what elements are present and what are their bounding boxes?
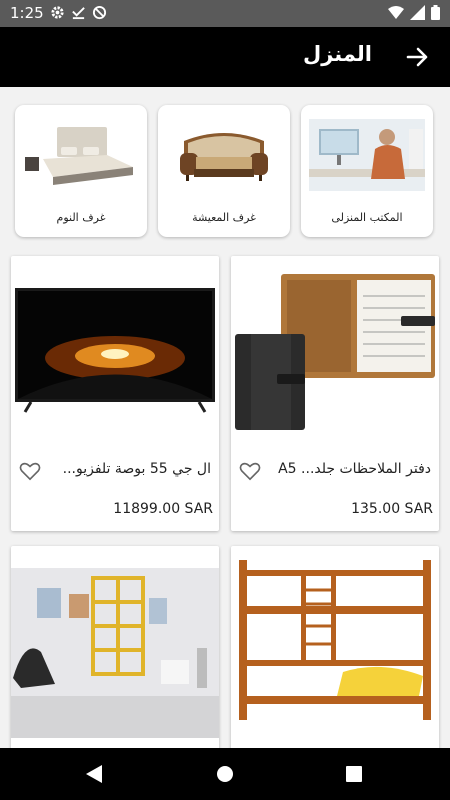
content-area[interactable]: المكتب المنزلى غرف المعيشة غرف النوم دفت… (0, 87, 450, 748)
product-name: ال جي 55 بوصة تلفزيو... (62, 461, 211, 477)
heart-icon[interactable] (239, 461, 261, 481)
download-done-icon (72, 7, 85, 20)
app-bar: المنزل (0, 27, 450, 87)
bed-image (23, 119, 139, 191)
product-image-shelf (11, 568, 219, 738)
system-navigation-bar (0, 748, 450, 800)
product-card[interactable]: دفتر الملاحظات جلد... A5 135.00 SAR (231, 256, 439, 531)
category-home-office[interactable]: المكتب المنزلى (301, 105, 433, 237)
category-bedrooms[interactable]: غرف النوم (15, 105, 147, 237)
gear-icon (51, 6, 64, 19)
product-price: 11899.00 SAR (113, 501, 213, 517)
recents-square-icon[interactable] (346, 766, 362, 782)
signal-icon (410, 5, 425, 20)
product-card[interactable] (231, 546, 439, 748)
product-image-bunk-bed (231, 556, 439, 726)
back-triangle-icon[interactable] (86, 765, 102, 783)
category-label: المكتب المنزلى (331, 211, 403, 224)
product-image-notebook (231, 266, 439, 436)
product-name: دفتر الملاحظات جلد... A5 (278, 461, 431, 477)
heart-icon[interactable] (19, 461, 41, 481)
product-card[interactable]: ال جي 55 بوصة تلفزيو... 11899.00 SAR (11, 256, 219, 531)
category-label: غرف النوم (56, 211, 106, 224)
product-price: 135.00 SAR (351, 501, 433, 517)
category-living-room[interactable]: غرف المعيشة (158, 105, 290, 237)
sofa-image (166, 119, 282, 191)
page-title: المنزل (302, 42, 372, 66)
status-bar: 1:25 (0, 0, 450, 27)
home-circle-icon[interactable] (216, 765, 234, 783)
battery-icon (431, 5, 440, 20)
block-icon (92, 5, 107, 20)
category-label: غرف المعيشة (192, 211, 256, 224)
wifi-icon (388, 6, 404, 19)
product-image-tv (11, 266, 219, 436)
category-row: المكتب المنزلى غرف المعيشة غرف النوم (15, 105, 435, 237)
arrow-right-icon[interactable] (404, 43, 432, 71)
home-office-image (309, 119, 425, 191)
status-time: 1:25 (10, 4, 44, 22)
product-card[interactable] (11, 546, 219, 748)
